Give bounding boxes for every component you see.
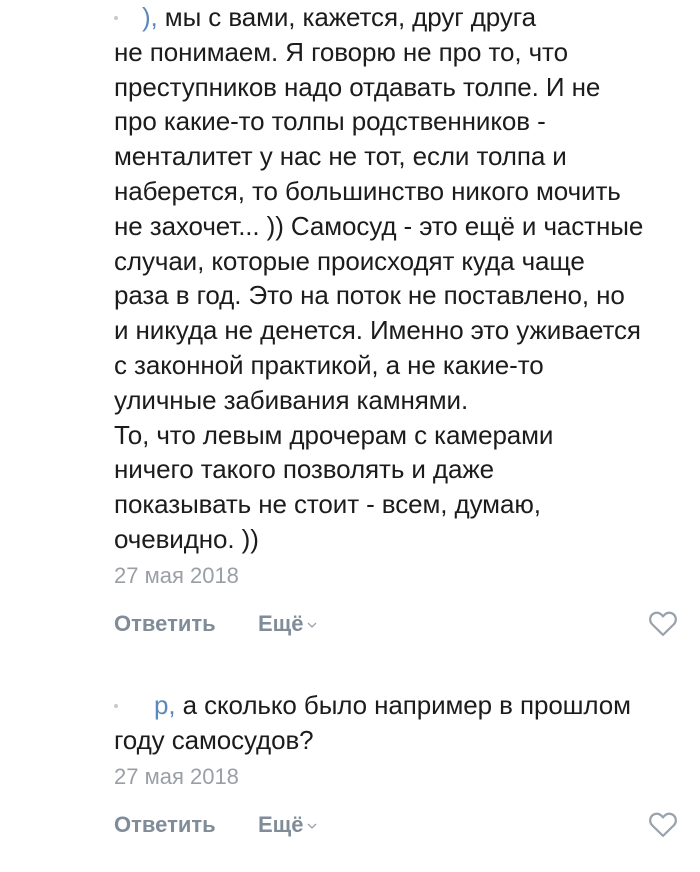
comment-line: раза в год. Это на поток не поставлено, … (114, 280, 625, 311)
comment-line: с законной практикой, а не какие-то (114, 349, 544, 380)
comment-line-text: а сколько было например в прошлом (175, 690, 631, 720)
comment-line-text: мы с вами, кажется, друг друга (157, 2, 536, 32)
comment-line: показывать не стоит - всем, думаю, (114, 489, 541, 520)
more-button[interactable]: Ещё (258, 812, 317, 838)
comment-line: ), мы с вами, кажется, друг друга (114, 0, 684, 35)
comment-text: р, а сколько было например в прошлом год… (114, 688, 684, 758)
redacted-author-name (114, 694, 154, 714)
chevron-down-icon (308, 823, 317, 829)
comment-actions: Ответить Ещё (114, 603, 684, 647)
comment-line: менталитет у нас не тот, если толпа и (114, 141, 567, 172)
comment-actions: Ответить Ещё (114, 804, 684, 848)
heart-outline-icon[interactable] (648, 810, 678, 838)
comment-line: случаи, которые происходят куда чаще (114, 245, 585, 276)
redacted-author-name (114, 6, 142, 26)
author-mention-link[interactable]: ), (142, 2, 158, 32)
reply-button[interactable]: Ответить (114, 812, 216, 838)
comment-line: году самосудов? (114, 724, 314, 755)
comment-line: и никуда не денется. Именно это уживаетс… (114, 315, 641, 346)
comment-text: ), мы с вами, кажется, друг друга не пон… (114, 0, 684, 557)
comment: р, а сколько было например в прошлом год… (114, 688, 684, 848)
comment-line: не понимаем. Я говорю не про то, что (114, 36, 568, 67)
comment-line: То, что левым дрочерам с камерами (114, 419, 554, 450)
comment-line: уличные забивания камнями. (114, 384, 469, 415)
chevron-down-icon (308, 622, 317, 628)
comment-line: очевидно. )) (114, 523, 259, 554)
more-button-label: Ещё (258, 610, 304, 636)
comment-line: р, а сколько было например в прошлом (114, 688, 684, 723)
heart-outline-icon[interactable] (648, 609, 678, 637)
more-button[interactable]: Ещё (258, 611, 317, 637)
author-mention-link[interactable]: р, (154, 690, 176, 720)
comment-line: наберется, то большинство никого мочить (114, 175, 621, 206)
comment-line: не захочет... )) Самосуд - это ещё и час… (114, 210, 644, 241)
more-button-label: Ещё (258, 811, 304, 837)
comment-line: про какие-то толпы родственников - (114, 106, 546, 137)
comment-date[interactable]: 27 мая 2018 (114, 762, 684, 792)
comment-line: ничего такого позволять и даже (114, 454, 495, 485)
reply-button[interactable]: Ответить (114, 611, 216, 637)
comment-line: преступников надо отдавать толпе. И не (114, 71, 601, 102)
comment-date[interactable]: 27 мая 2018 (114, 561, 684, 591)
comment: ), мы с вами, кажется, друг друга не пон… (114, 0, 684, 647)
